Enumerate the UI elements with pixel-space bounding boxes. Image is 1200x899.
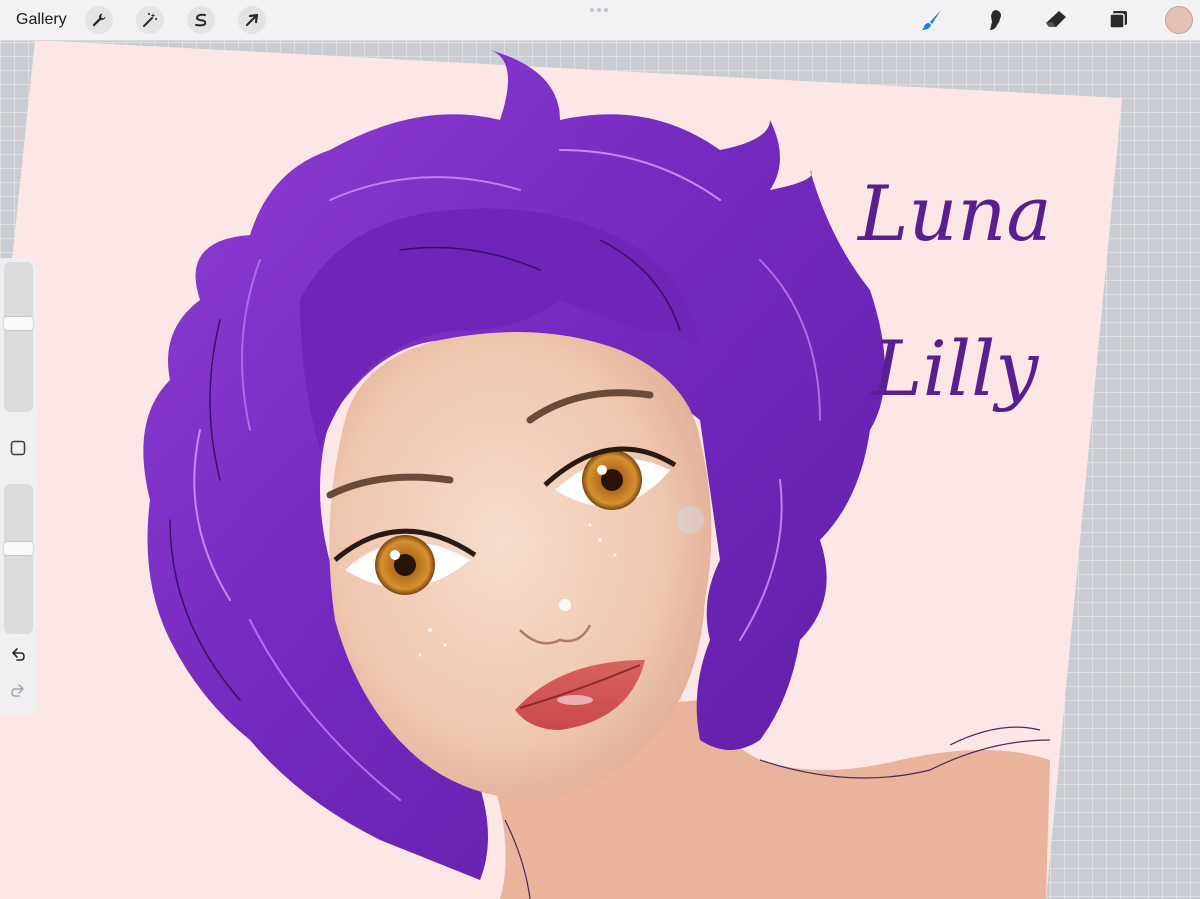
eraser-button[interactable] [1042, 6, 1070, 34]
redo-icon[interactable] [9, 682, 27, 700]
selection-s-icon [195, 13, 207, 27]
actions-button[interactable] [85, 6, 113, 34]
magic-wand-icon [143, 13, 157, 27]
brush-size-thumb[interactable] [4, 317, 33, 330]
opacity-thumb[interactable] [4, 542, 33, 555]
brush-button[interactable] [918, 6, 946, 34]
wrench-icon [92, 13, 106, 27]
arrow-cursor-icon [245, 13, 259, 27]
top-toolbar: Gallery [0, 0, 1200, 41]
smudge-button[interactable] [980, 6, 1008, 34]
layers-button[interactable] [1104, 6, 1132, 34]
color-picker-button[interactable] [1165, 6, 1193, 34]
canvas-svg[interactable]: Luna Lilly [0, 0, 1200, 899]
signature-lilly: Lilly [870, 324, 1039, 413]
modify-square-button[interactable] [10, 440, 26, 456]
nose-highlight [559, 599, 571, 611]
selection-button[interactable] [187, 6, 215, 34]
layers-icon [1109, 11, 1127, 29]
adjustments-button[interactable] [136, 6, 164, 34]
drawing-canvas[interactable]: Luna Lilly [0, 0, 1200, 899]
toolbar-grabber[interactable] [590, 8, 610, 12]
smudge-finger-icon [990, 10, 1001, 30]
brush-icon [922, 10, 941, 30]
undo-icon[interactable] [9, 646, 27, 664]
eraser-icon [1046, 11, 1066, 27]
opacity-slider[interactable] [4, 484, 33, 634]
transform-button[interactable] [238, 6, 266, 34]
left-sidebar [0, 258, 37, 714]
brush-size-slider[interactable] [4, 262, 33, 412]
signature-luna: Luna [856, 169, 1052, 258]
gallery-button[interactable]: Gallery [16, 10, 67, 30]
